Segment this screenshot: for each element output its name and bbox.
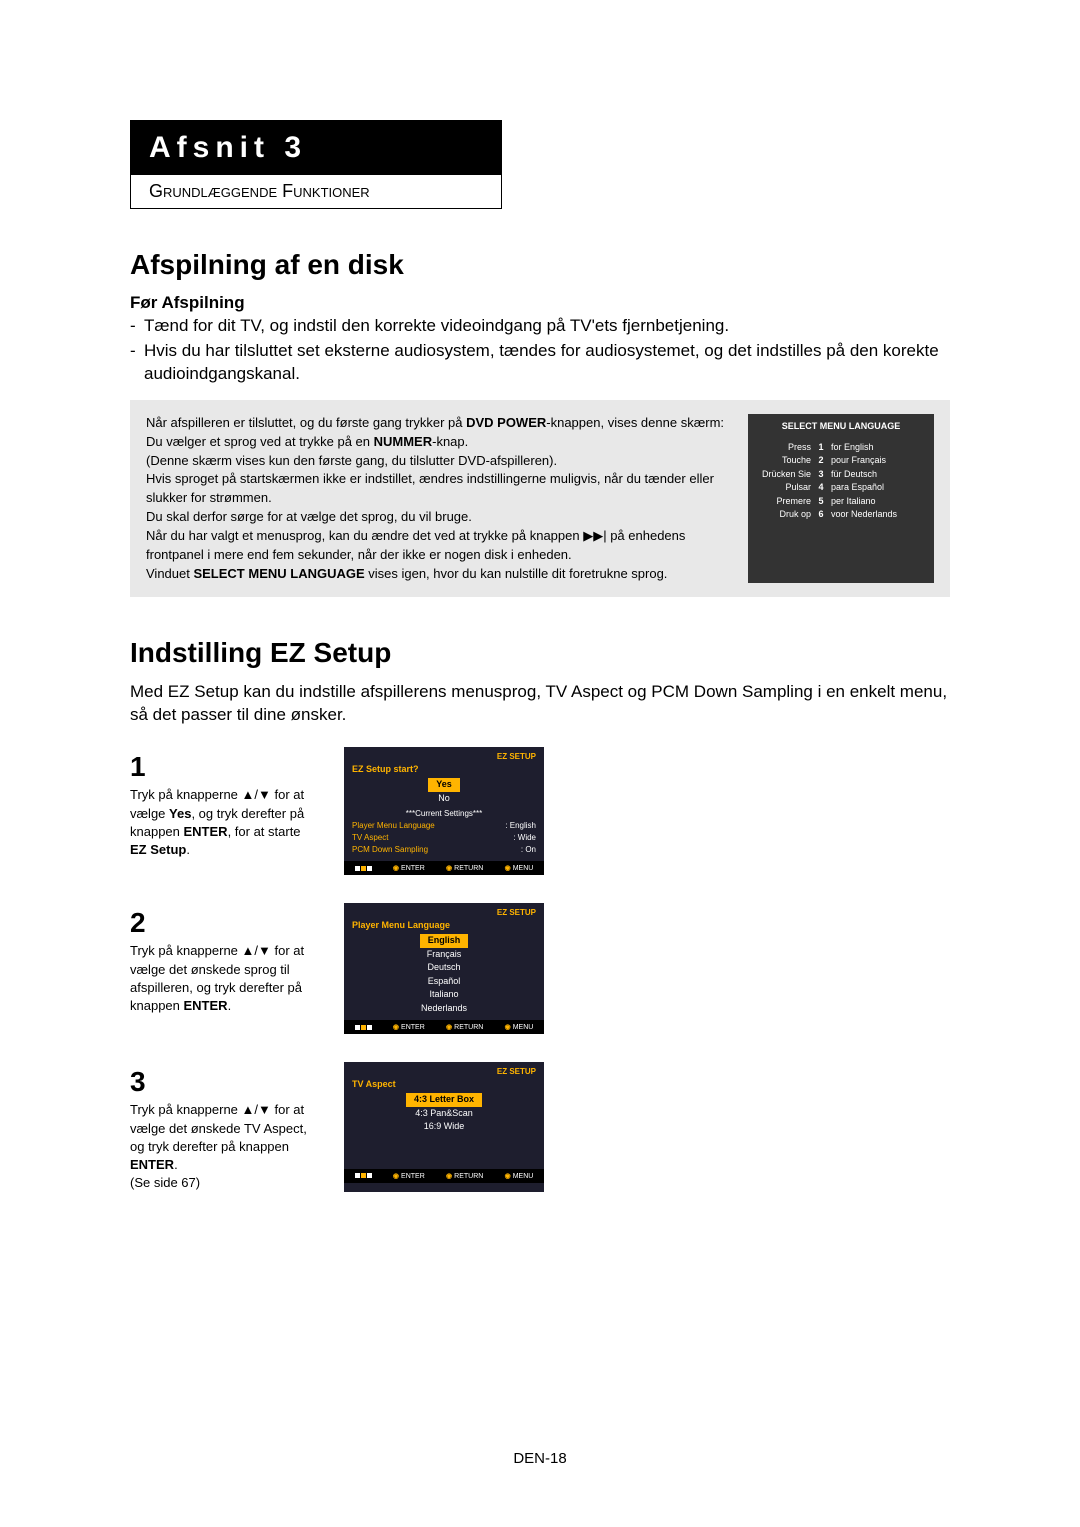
lang-menu-title: SELECT MENU LANGUAGE — [756, 420, 926, 433]
ez-screen-1: EZ SETUP EZ Setup start? Yes No ***Curre… — [344, 747, 544, 875]
skip-icon: ▶▶| — [583, 528, 606, 543]
page-number: DEN-18 — [0, 1450, 1080, 1467]
section-header: Afsnit 3 Grundlæggende Funktioner — [130, 120, 502, 209]
subheading-before-playback: Før Afspilning — [130, 293, 950, 313]
step-3-text: 3 Tryk på knapperne ▲/▼ for at vælge det… — [130, 1062, 320, 1192]
step-2-text: 2 Tryk på knapperne ▲/▼ for at vælge det… — [130, 903, 320, 1034]
bullet-1: - Tænd for dit TV, og indstil den korrek… — [130, 315, 950, 338]
heading-playback: Afspilning af en disk — [130, 249, 950, 281]
heading-ez-setup: Indstilling EZ Setup — [130, 637, 950, 669]
bullet-2-text: Hvis du har tilsluttet set eksterne audi… — [144, 340, 950, 386]
ez-screen-2: EZ SETUP Player Menu Language English Fr… — [344, 903, 544, 1034]
nav-icon — [355, 1025, 372, 1030]
bullet-2: - Hvis du har tilsluttet set eksterne au… — [130, 340, 950, 386]
ez-intro-text: Med EZ Setup kan du indstille afspillere… — [130, 681, 950, 727]
nav-icon — [355, 1173, 372, 1178]
step-2: 2 Tryk på knapperne ▲/▼ for at vælge det… — [130, 903, 950, 1034]
section-subtitle: Grundlæggende Funktioner — [131, 175, 501, 208]
language-menu-mock: SELECT MENU LANGUAGE Press1for English T… — [748, 414, 934, 584]
step-3: 3 Tryk på knapperne ▲/▼ for at vælge det… — [130, 1062, 950, 1192]
step-1: 1 Tryk på knapperne ▲/▼ for at vælge Yes… — [130, 747, 950, 875]
bullet-1-text: Tænd for dit TV, og indstil den korrekte… — [144, 315, 729, 338]
step-1-text: 1 Tryk på knapperne ▲/▼ for at vælge Yes… — [130, 747, 320, 875]
ez-screen-3: EZ SETUP TV Aspect 4:3 Letter Box 4:3 Pa… — [344, 1062, 544, 1192]
nav-icon — [355, 866, 372, 871]
section-title: Afsnit 3 — [131, 121, 501, 175]
info-text: Når afspilleren er tilsluttet, og du før… — [146, 414, 730, 584]
info-box: Når afspilleren er tilsluttet, og du før… — [130, 400, 950, 598]
